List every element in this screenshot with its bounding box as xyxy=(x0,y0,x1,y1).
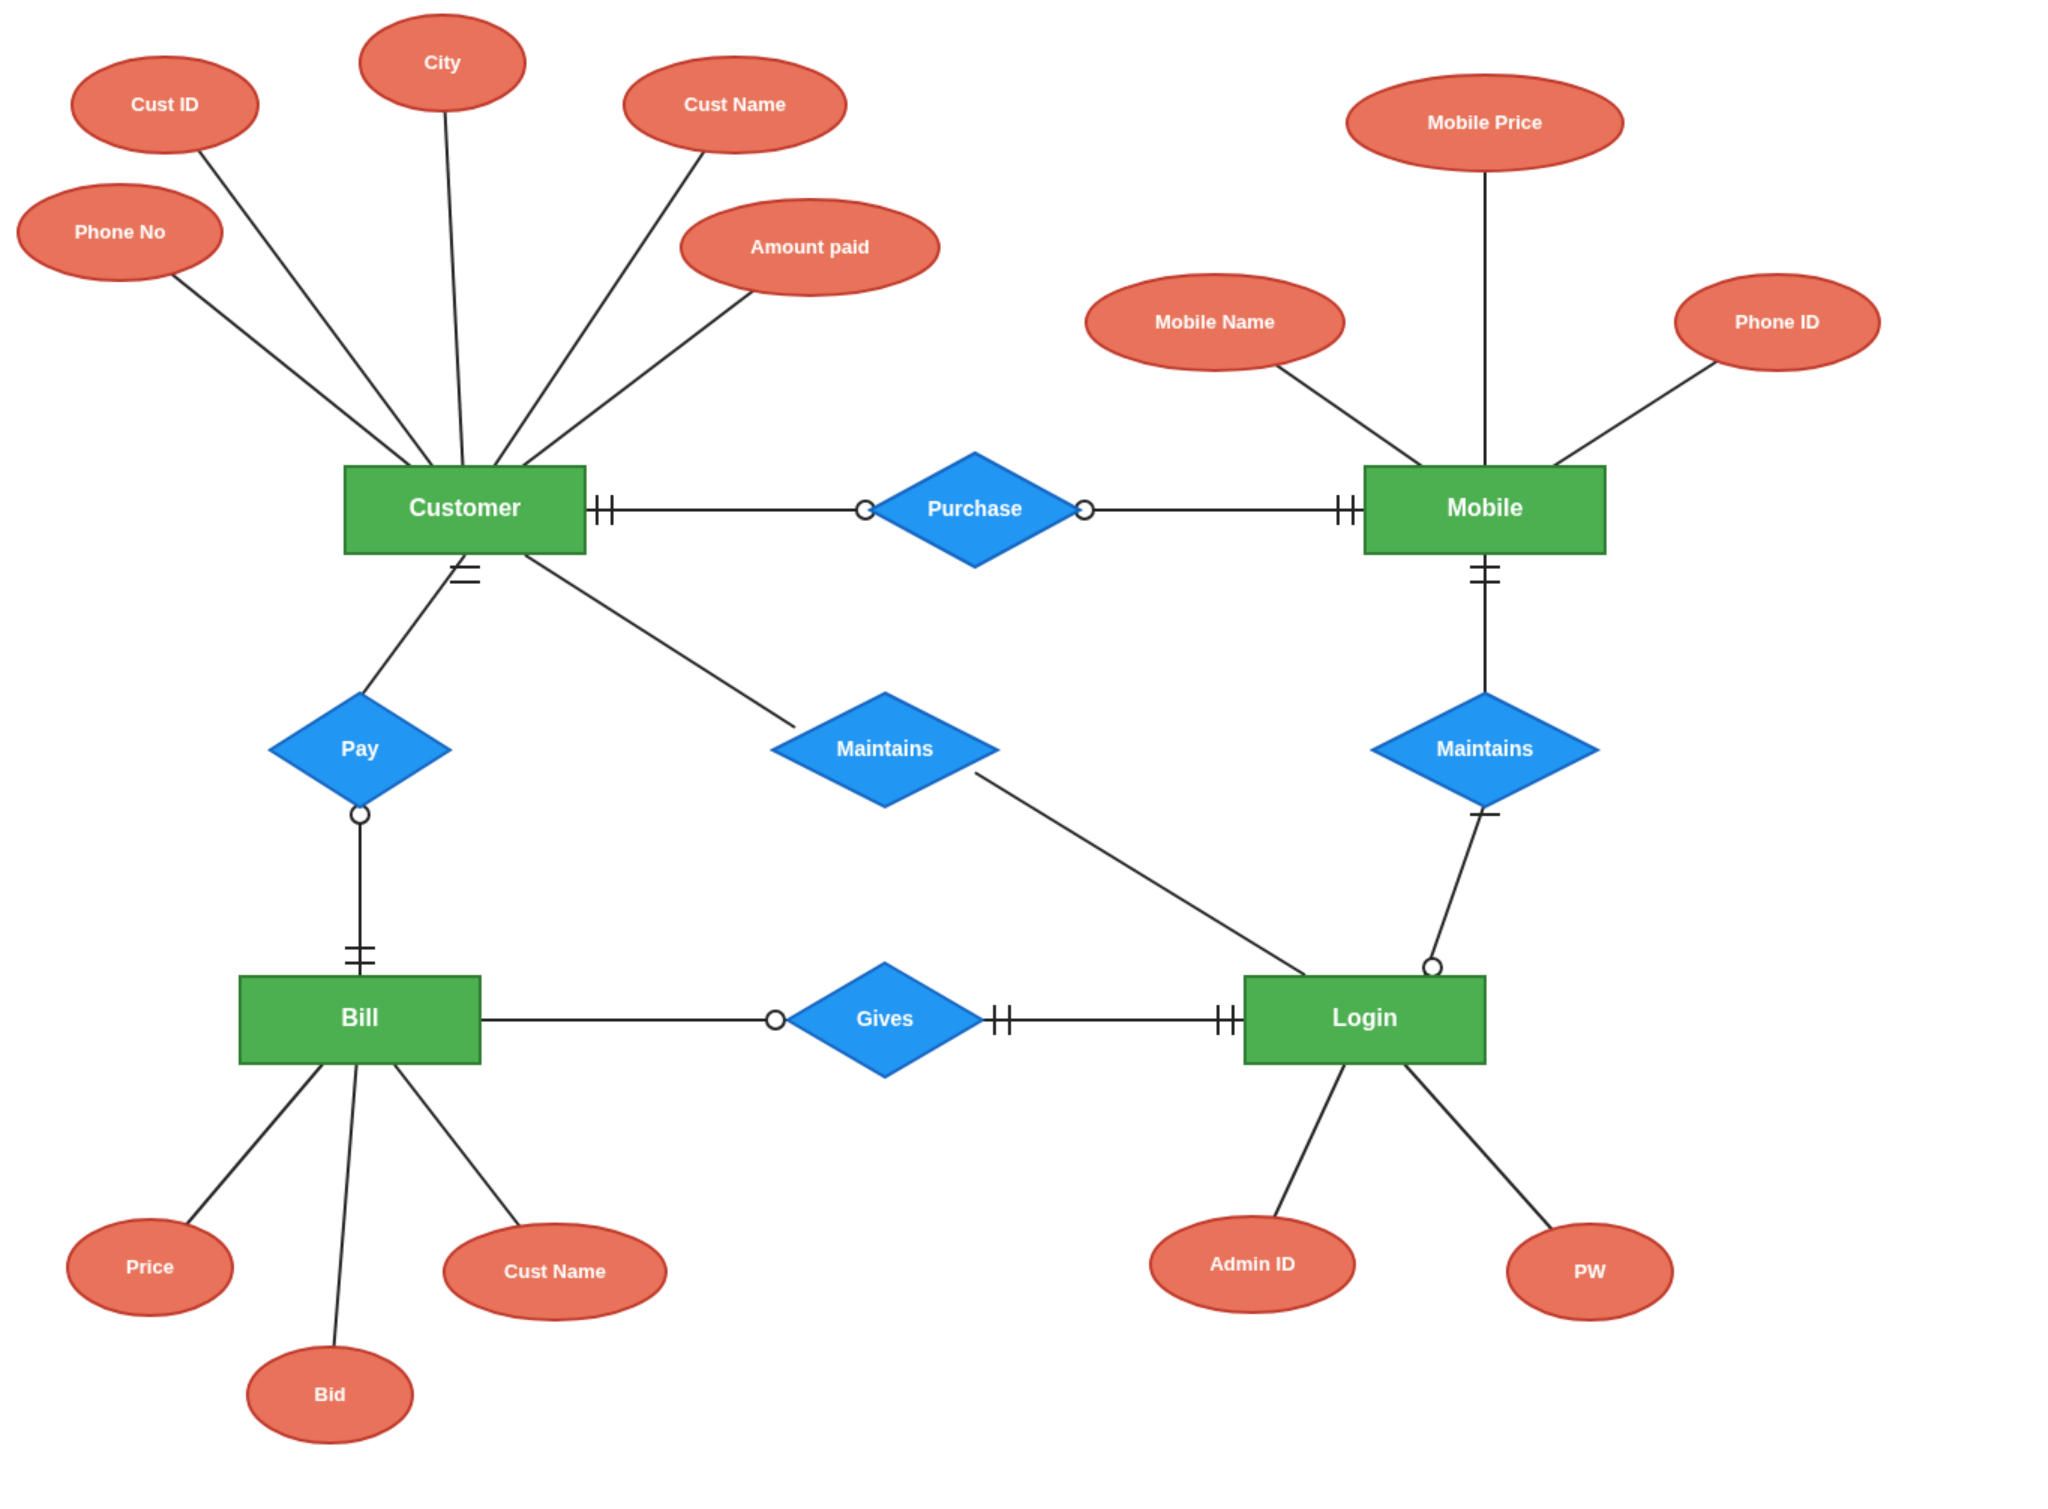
er-diagram xyxy=(0,0,2025,1470)
